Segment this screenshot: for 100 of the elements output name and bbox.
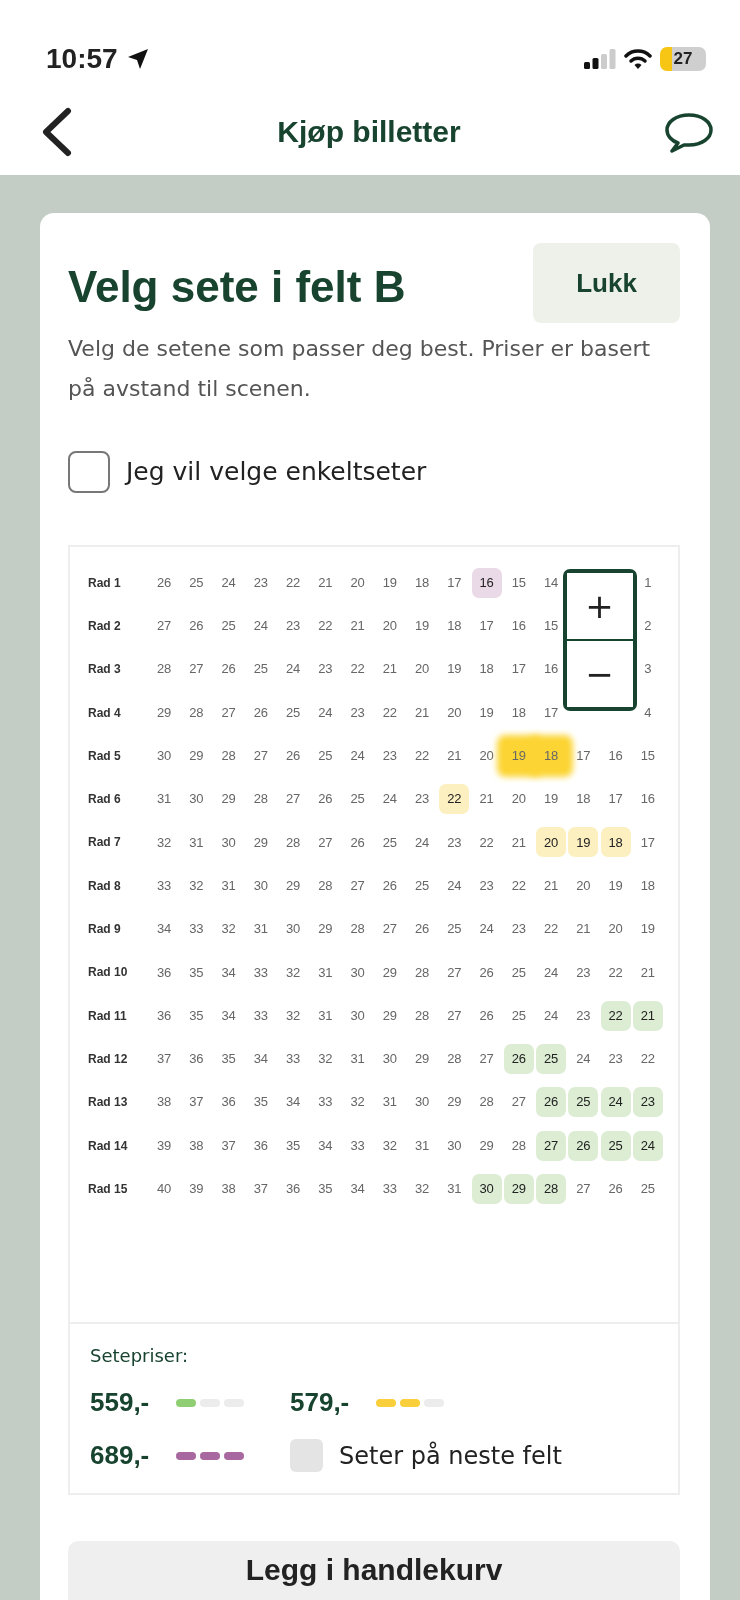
seat[interactable]: 25: [503, 1000, 534, 1031]
seat[interactable]: 31: [439, 1173, 470, 1204]
seat[interactable]: 35: [245, 1087, 276, 1118]
seat[interactable]: 36: [149, 957, 180, 988]
seat[interactable]: 22: [439, 784, 470, 815]
seat[interactable]: 19: [439, 654, 470, 685]
seat[interactable]: 18: [439, 610, 470, 641]
seat[interactable]: 17: [471, 610, 502, 641]
seat[interactable]: 19: [568, 827, 599, 858]
seat[interactable]: 24: [471, 914, 502, 944]
seat[interactable]: 19: [471, 697, 502, 728]
zoom-out-button[interactable]: −: [566, 639, 633, 707]
seat[interactable]: 30: [149, 740, 180, 771]
seat[interactable]: 36: [278, 1173, 309, 1204]
seat[interactable]: 30: [245, 870, 276, 901]
seat[interactable]: 19: [632, 914, 663, 944]
seat[interactable]: 26: [503, 1043, 534, 1074]
seat[interactable]: 22: [632, 1043, 663, 1074]
seat[interactable]: 18: [568, 784, 599, 815]
seat[interactable]: 25: [536, 1043, 567, 1074]
seat[interactable]: 25: [439, 914, 470, 944]
seat[interactable]: 28: [342, 914, 373, 944]
seat[interactable]: 31: [310, 957, 341, 988]
seat[interactable]: 30: [181, 784, 212, 815]
seat[interactable]: 19: [502, 740, 535, 771]
seat[interactable]: 26: [536, 1087, 567, 1118]
seat[interactable]: 26: [568, 1130, 599, 1161]
seat[interactable]: 24: [342, 740, 373, 771]
seat[interactable]: 37: [181, 1087, 212, 1118]
seat[interactable]: 24: [568, 1043, 599, 1074]
seat[interactable]: 27: [503, 1087, 534, 1118]
seat[interactable]: 35: [181, 957, 212, 988]
seat[interactable]: 30: [342, 957, 373, 988]
seat[interactable]: 24: [632, 1130, 663, 1161]
seat[interactable]: 27: [439, 957, 470, 988]
seat[interactable]: 28: [407, 1000, 438, 1031]
seat[interactable]: 34: [149, 914, 180, 944]
seat[interactable]: 19: [600, 870, 631, 901]
seat[interactable]: 34: [310, 1130, 341, 1161]
seat[interactable]: 28: [181, 697, 212, 728]
seat[interactable]: 26: [342, 827, 373, 858]
seat[interactable]: 24: [310, 697, 341, 728]
seat[interactable]: 27: [310, 827, 341, 858]
seat[interactable]: 35: [310, 1173, 341, 1204]
seat[interactable]: 28: [407, 957, 438, 988]
seat[interactable]: 20: [600, 914, 631, 944]
seat[interactable]: 29: [245, 827, 276, 858]
checkbox[interactable]: [68, 451, 110, 493]
seat[interactable]: 32: [149, 827, 180, 858]
seat[interactable]: 22: [374, 697, 405, 728]
seat[interactable]: 25: [374, 827, 405, 858]
seat[interactable]: 25: [181, 567, 212, 598]
seat[interactable]: 31: [213, 870, 244, 901]
seat[interactable]: 26: [149, 567, 180, 598]
seat[interactable]: 23: [471, 870, 502, 901]
seat[interactable]: 23: [342, 697, 373, 728]
seat[interactable]: 26: [471, 957, 502, 988]
seat[interactable]: 34: [278, 1087, 309, 1118]
seat[interactable]: 17: [439, 567, 470, 598]
seat[interactable]: 14: [536, 567, 567, 598]
seat[interactable]: 23: [245, 567, 276, 598]
seat[interactable]: 38: [181, 1130, 212, 1161]
seat[interactable]: 24: [213, 567, 244, 598]
seat[interactable]: 21: [632, 957, 663, 988]
seat[interactable]: 36: [181, 1043, 212, 1074]
seat[interactable]: 28: [245, 784, 276, 815]
seat[interactable]: 32: [213, 914, 244, 944]
seat[interactable]: 27: [181, 654, 212, 685]
seat[interactable]: 28: [471, 1087, 502, 1118]
seat[interactable]: 27: [439, 1000, 470, 1031]
seat[interactable]: 29: [149, 697, 180, 728]
seat[interactable]: 24: [600, 1087, 631, 1118]
seat[interactable]: 20: [568, 870, 599, 901]
seat[interactable]: 29: [374, 957, 405, 988]
seat[interactable]: 27: [536, 1130, 567, 1161]
seat[interactable]: 20: [503, 784, 534, 815]
seat[interactable]: 16: [536, 654, 567, 685]
seat[interactable]: 36: [213, 1087, 244, 1118]
seat[interactable]: 28: [310, 870, 341, 901]
seat[interactable]: 37: [245, 1173, 276, 1204]
seat[interactable]: 25: [310, 740, 341, 771]
seat[interactable]: 18: [407, 567, 438, 598]
seat[interactable]: 22: [471, 827, 502, 858]
seat[interactable]: 19: [407, 610, 438, 641]
seat[interactable]: 32: [310, 1043, 341, 1074]
seat[interactable]: 33: [342, 1130, 373, 1161]
seat[interactable]: 30: [407, 1087, 438, 1118]
seat[interactable]: 24: [245, 610, 276, 641]
seat[interactable]: 32: [278, 957, 309, 988]
seat[interactable]: 31: [310, 1000, 341, 1031]
seat[interactable]: 37: [213, 1130, 244, 1161]
seat[interactable]: 20: [439, 697, 470, 728]
seat[interactable]: 2: [632, 610, 663, 641]
seat[interactable]: 3: [632, 654, 663, 685]
seat[interactable]: 18: [600, 827, 631, 858]
seat[interactable]: 21: [632, 1000, 663, 1031]
seat[interactable]: 35: [181, 1000, 212, 1031]
seat[interactable]: 35: [213, 1043, 244, 1074]
seat[interactable]: 34: [213, 1000, 244, 1031]
seat[interactable]: 27: [342, 870, 373, 901]
